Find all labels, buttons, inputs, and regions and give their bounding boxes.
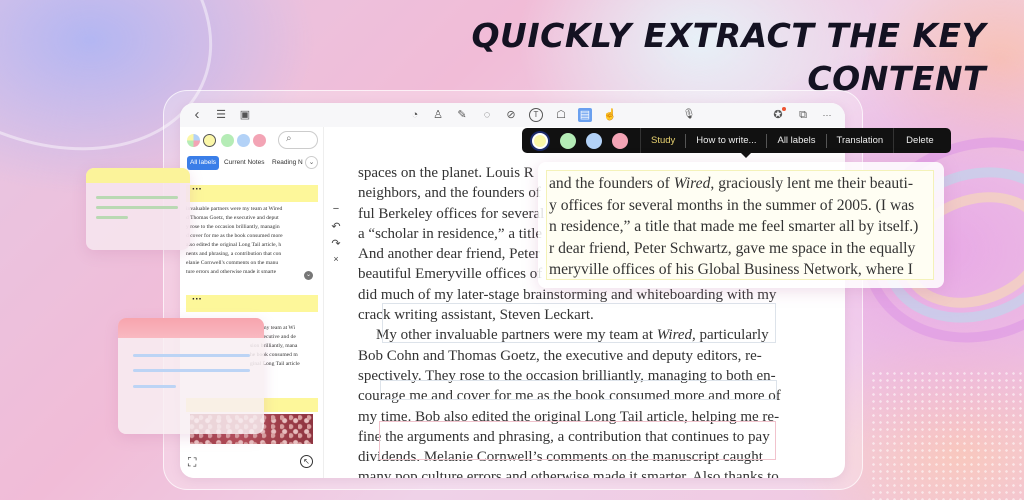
highlight-color-pink[interactable]	[612, 132, 628, 149]
all-labels-button[interactable]: All labels	[767, 135, 825, 146]
card-line	[96, 206, 178, 209]
notes-search-input[interactable]: ⌕	[278, 131, 318, 149]
note-line: d cover for me as the book consumed more	[186, 233, 283, 239]
card-line	[133, 385, 176, 388]
lasso-icon[interactable]: ◌	[480, 108, 494, 122]
reader-icon[interactable]: ▣	[238, 108, 252, 122]
text-icon[interactable]: T	[529, 108, 543, 122]
note-card-header[interactable]: ···	[186, 185, 318, 202]
label-study-button[interactable]: Study	[641, 135, 685, 146]
shape-icon[interactable]: ⊘	[504, 108, 518, 122]
card-line	[96, 216, 128, 219]
tab-current-notes[interactable]: Current Notes	[224, 156, 264, 170]
popup-pointer	[741, 153, 751, 158]
background-dot-pattern	[870, 370, 1024, 500]
magnified-highlight: and the founders of Wired, graciously le…	[538, 162, 944, 288]
color-filter-all[interactable]	[187, 134, 200, 147]
note-line: d Thomas Goetz, the executive and deput	[186, 215, 279, 221]
excerpt-line: r dear friend, Peter Schwartz, gave me s…	[549, 239, 916, 257]
note-card-text[interactable]: invaluable partners were my team at Wire…	[186, 205, 318, 277]
card-header	[118, 318, 264, 338]
card-header	[86, 168, 190, 183]
tab-all-labels[interactable]: All labels	[187, 156, 220, 170]
note-line: invaluable partners were my team at Wire…	[186, 206, 283, 212]
card-line	[96, 196, 178, 199]
text-line: Bob Cohn and Thomas Goetz, the executive…	[358, 347, 762, 364]
list-icon[interactable]: ☰	[214, 108, 228, 122]
translation-button[interactable]: Translation	[827, 135, 894, 146]
highlight-color-blue[interactable]	[586, 132, 602, 149]
note-card-header[interactable]: ···	[186, 295, 318, 312]
search-icon: ⌕	[286, 133, 292, 144]
timer-icon[interactable]: ◔	[408, 108, 422, 122]
card-line	[133, 354, 250, 357]
note-line: elanie Cornwell's comments on the manu	[186, 260, 279, 266]
reader-app-screen: ‹ ☰ ▣ ◔ ♙ ✎ ◌ ⊘ T ☖ ▤ ☝ 🎙 ✪ ⧉ ··· ⌕ All …	[180, 103, 845, 478]
excerpt-line: meryville offices of his Global Business…	[549, 261, 913, 278]
note-line: ture errors and otherwise made it smarte	[186, 269, 277, 275]
text-line: many pop culture errors and otherwise ma…	[358, 469, 779, 478]
color-filter-pink[interactable]	[253, 134, 266, 147]
pen-icon[interactable]: ♙	[431, 108, 445, 122]
excerpt-line: n residence,” a title that made me feel …	[549, 218, 919, 235]
fullscreen-icon[interactable]: ⛶	[188, 455, 196, 470]
label-how-to-write-button[interactable]: How to write...	[686, 135, 766, 146]
card-line	[133, 369, 250, 372]
sticker-icon[interactable]: ☖	[554, 108, 568, 122]
headline-line-1: QUICKLY EXTRACT THE KEY	[471, 16, 986, 55]
redo-icon[interactable]: ↷	[329, 237, 343, 254]
notification-dot	[782, 107, 786, 111]
highlight-color-green[interactable]	[560, 132, 576, 149]
screenshot-icon[interactable]: ⧉	[796, 108, 810, 122]
back-icon[interactable]: ‹	[190, 107, 204, 122]
highlight-color-yellow[interactable]	[532, 132, 548, 149]
close-icon[interactable]: ×	[329, 254, 343, 271]
floating-note-card	[118, 318, 264, 434]
excerpt-line: and the founders of Wired, graciously le…	[549, 175, 914, 192]
note-icon[interactable]: ▤	[578, 108, 592, 122]
headline: QUICKLY EXTRACT THE KEY CONTENT	[471, 14, 986, 100]
annotation-box[interactable]	[379, 421, 776, 460]
note-line: also edited the original Long Tail artic…	[186, 242, 282, 248]
color-filter-blue[interactable]	[237, 134, 250, 147]
annotation-box[interactable]	[380, 380, 777, 400]
more-icon[interactable]: ···	[820, 108, 834, 122]
hand-icon[interactable]: ☝	[603, 108, 617, 122]
note-expand-icon[interactable]: ⌄	[304, 271, 313, 280]
highlight-toolbar: Study How to write... All labels Transla…	[522, 128, 951, 153]
floating-note-card	[86, 168, 190, 250]
top-toolbar: ‹ ☰ ▣ ◔ ♙ ✎ ◌ ⊘ T ☖ ▤ ☝ 🎙 ✪ ⧉ ···	[180, 103, 845, 127]
jump-to-location-icon[interactable]: ↖	[300, 455, 313, 468]
microphone-icon[interactable]: 🎙	[682, 108, 696, 122]
note-line: nents and phrasing, a contribution that …	[186, 251, 282, 257]
highlighted-text[interactable]: and the founders of Wired, graciously le…	[546, 170, 934, 280]
excerpt-line: y offices for several months in the summ…	[549, 196, 915, 214]
color-filter-green[interactable]	[221, 134, 234, 147]
delete-button[interactable]: Delete	[894, 135, 943, 146]
annotation-box[interactable]	[382, 303, 776, 343]
color-filter-yellow[interactable]	[203, 134, 216, 147]
note-line: y rose to the occasion brilliantly, mana…	[186, 224, 280, 230]
tab-reading-notes[interactable]: Reading N	[272, 156, 303, 170]
undo-icon[interactable]: ↶	[329, 220, 343, 237]
edge-tools: − ↶ ↷ ×	[329, 203, 343, 271]
tabs-more-chevron-icon[interactable]: ⌄	[305, 156, 318, 169]
highlighter-icon[interactable]: ✎	[455, 108, 469, 122]
minimize-icon[interactable]: −	[329, 203, 343, 220]
